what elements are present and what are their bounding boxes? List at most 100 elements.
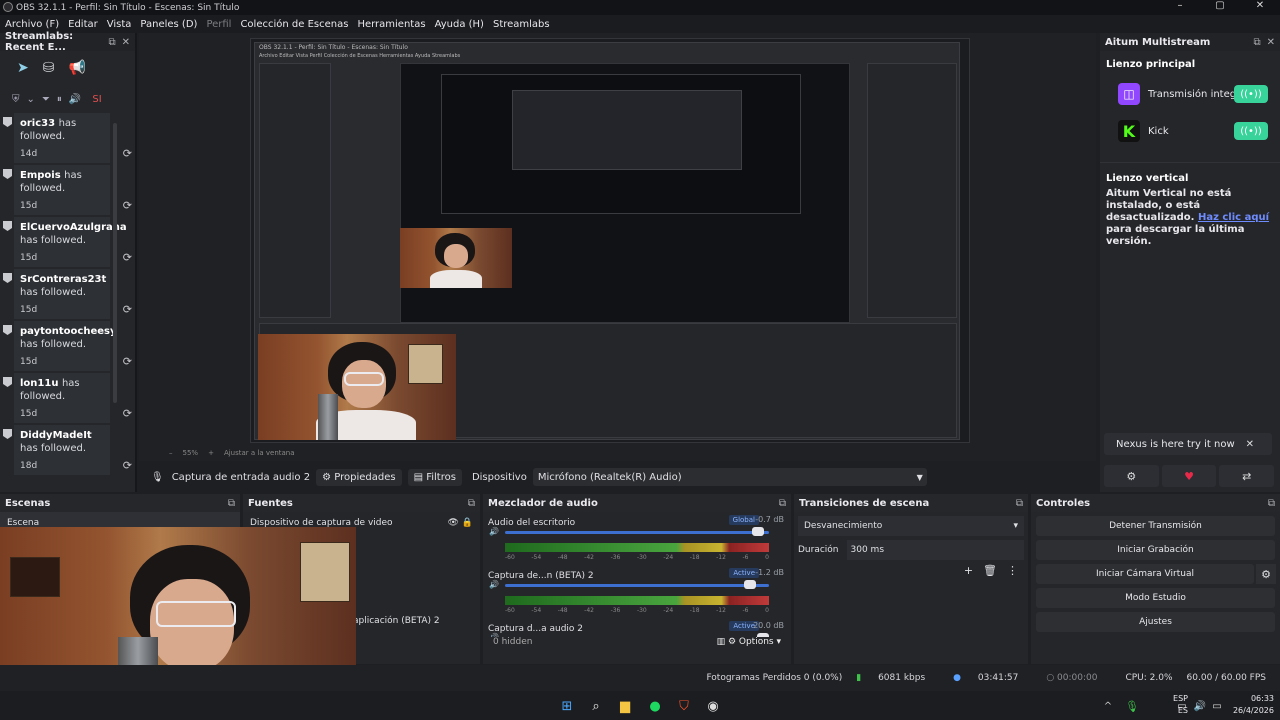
gear-icon[interactable]: ⚙ [1256, 564, 1276, 584]
float-icon[interactable]: ⧉ [108, 37, 115, 48]
volume-knob[interactable] [757, 633, 769, 637]
close-icon[interactable]: ✕ [1267, 37, 1275, 48]
close-button[interactable]: ✕ [1240, 0, 1280, 11]
device-select[interactable]: Micrófono (Realtek(R) Audio) ▼ [532, 468, 927, 486]
close-icon[interactable]: ✕ [122, 37, 130, 48]
download-link[interactable]: Haz clic aquí [1198, 212, 1269, 223]
alert-item[interactable]: paytontoocheesy has followed. 15d ⟳ [3, 321, 132, 371]
replay-icon[interactable]: ⟳ [123, 147, 132, 160]
menu-edit[interactable]: Editar [68, 19, 98, 30]
properties-button[interactable]: ⚙ Propiedades [316, 468, 402, 486]
menu-scene-collection[interactable]: Colección de Escenas [240, 19, 348, 30]
float-icon[interactable]: ⧉ [779, 498, 786, 509]
heart-icon[interactable]: ♥ [1161, 465, 1217, 487]
stream-toggle-twitch[interactable]: ((•)) [1234, 85, 1268, 103]
replay-icon[interactable]: ⟳ [123, 251, 132, 264]
chevron-up-icon[interactable]: ^ [1098, 696, 1118, 716]
nexus-banner[interactable]: Nexus is here try it now ✕ [1104, 433, 1272, 455]
battery-icon[interactable]: ▭ [1207, 696, 1227, 716]
speaker-icon[interactable]: 🔊 [489, 580, 499, 589]
replay-icon[interactable]: ⟳ [123, 199, 132, 212]
volume-knob[interactable] [744, 580, 756, 589]
alert-item[interactable]: Empois has followed. 15d ⟳ [3, 165, 132, 215]
bitrate-value: 6081 kbps [878, 673, 926, 683]
alert-item[interactable]: DiddyMadeIt has followed. 18d ⟳ [3, 425, 132, 475]
alert-item[interactable]: oric33 has followed. 14d ⟳ [3, 113, 132, 163]
replay-icon[interactable]: ⟳ [123, 407, 132, 420]
start-recording-button[interactable]: Iniciar Grabación [1036, 540, 1275, 560]
zoom-out-button[interactable]: – [169, 449, 173, 457]
megaphone-icon[interactable]: 📢 [68, 60, 85, 76]
add-icon[interactable]: + [964, 564, 973, 577]
menu-tools[interactable]: Herramientas [357, 19, 425, 30]
eye-icon[interactable]: 👁 🔒 [448, 518, 474, 528]
fit-window[interactable]: Ajustar a la ventana [224, 449, 295, 457]
pause-icon[interactable]: ⏸ [57, 94, 62, 105]
preview-canvas[interactable]: OBS 32.1.1 - Perfil: Sin Título - Escena… [250, 38, 970, 443]
meter-tick: -60 [505, 554, 515, 561]
studio-mode-button[interactable]: Modo Estudio [1036, 588, 1275, 608]
gear-icon[interactable]: ⚙ [1104, 465, 1159, 487]
close-icon[interactable]: ✕ [1246, 439, 1254, 450]
preview-area[interactable]: OBS 32.1.1 - Perfil: Sin Título - Escena… [139, 33, 1096, 461]
filters-button[interactable]: ▤ Filtros [407, 468, 462, 486]
minimize-button[interactable]: – [1160, 0, 1200, 11]
float-icon[interactable]: ⧉ [1253, 37, 1260, 48]
float-icon[interactable]: ⧉ [1268, 498, 1275, 509]
chevron-down-icon[interactable]: ⌄ [27, 94, 35, 105]
dock-title-text: Aitum Multistream [1105, 36, 1211, 48]
volume-slider[interactable] [505, 531, 769, 534]
windows-start-icon[interactable]: ⊞ [557, 696, 577, 716]
filter-icon[interactable]: ⏷ [42, 94, 50, 105]
obs-icon[interactable]: ◉ [703, 696, 723, 716]
start-virtual-camera-button[interactable]: Iniciar Cámara Virtual [1036, 564, 1254, 584]
replay-icon[interactable]: ⟳ [123, 459, 132, 472]
clock[interactable]: 06:33 26/4/2026 [1233, 693, 1274, 717]
scrollbar[interactable] [113, 123, 117, 403]
alert-item[interactable]: ElCuervoAzulgrana has followed. 15d ⟳ [3, 217, 132, 267]
speaker-icon[interactable]: 🔊 [489, 633, 499, 637]
menu-view[interactable]: Vista [107, 19, 132, 30]
float-icon[interactable]: ⧉ [468, 498, 475, 509]
shield-icon[interactable]: ⛨ [12, 94, 20, 105]
stream-toggle-kick[interactable]: ((•)) [1234, 122, 1268, 140]
spotify-icon[interactable]: ● [645, 696, 665, 716]
zoom-level[interactable]: 55% [183, 449, 199, 457]
menu-help[interactable]: Ayuda (H) [435, 19, 484, 30]
skip-badge[interactable]: SI [92, 94, 101, 105]
replay-icon[interactable]: ⟳ [123, 303, 132, 316]
float-icon[interactable]: ⧉ [1016, 498, 1023, 509]
share-icon[interactable]: ⇄ [1219, 465, 1275, 487]
menu-profile[interactable]: Perfil [206, 19, 231, 30]
float-icon[interactable]: ⧉ [228, 498, 235, 509]
network-icon[interactable]: ▭ [1172, 696, 1192, 716]
folder-icon[interactable]: ▆ [615, 696, 635, 716]
trash-icon[interactable]: 🗑 [983, 564, 997, 577]
menu-docks[interactable]: Paneles (D) [140, 19, 197, 30]
alert-item[interactable]: SrContreras23t has followed. 15d ⟳ [3, 269, 132, 319]
send-icon[interactable]: ➤ [17, 60, 29, 76]
volume-slider[interactable] [505, 584, 769, 587]
maximize-button[interactable]: ▢ [1200, 0, 1240, 11]
speaker-icon[interactable]: 🔊 [489, 527, 499, 536]
menu-streamlabs[interactable]: Streamlabs [493, 19, 550, 30]
brave-icon[interactable]: ⛉ [674, 696, 694, 716]
settings-button[interactable]: Ajustes [1036, 612, 1275, 632]
clock-time: 06:33 [1250, 694, 1274, 703]
search-icon[interactable]: ⌕ [586, 696, 606, 716]
alert-item[interactable]: lon11u has followed. 15d ⟳ [3, 373, 132, 423]
volume-knob[interactable] [752, 527, 764, 536]
transition-select[interactable]: Desvanecimiento ▾ [798, 516, 1024, 536]
volume-icon[interactable]: 🔊 [69, 94, 81, 105]
gift-icon[interactable]: ⛁ [43, 60, 55, 76]
more-icon[interactable]: ⋮ [1007, 564, 1018, 577]
zoom-in-button[interactable]: + [208, 449, 214, 457]
duration-input[interactable]: 300 ms [846, 540, 1024, 560]
track-name: Audio del escritorio [488, 518, 576, 528]
source-item[interactable]: aplicación (BETA) 2 [353, 616, 440, 626]
stop-streaming-button[interactable]: Detener Transmisión [1036, 516, 1275, 536]
replay-icon[interactable]: ⟳ [123, 355, 132, 368]
mic-tray-icon[interactable]: 🎙 [1122, 696, 1142, 716]
menu-file[interactable]: Archivo (F) [5, 19, 59, 30]
mixer-options[interactable]: ▥ ⚙ Options ▾ [717, 637, 781, 647]
